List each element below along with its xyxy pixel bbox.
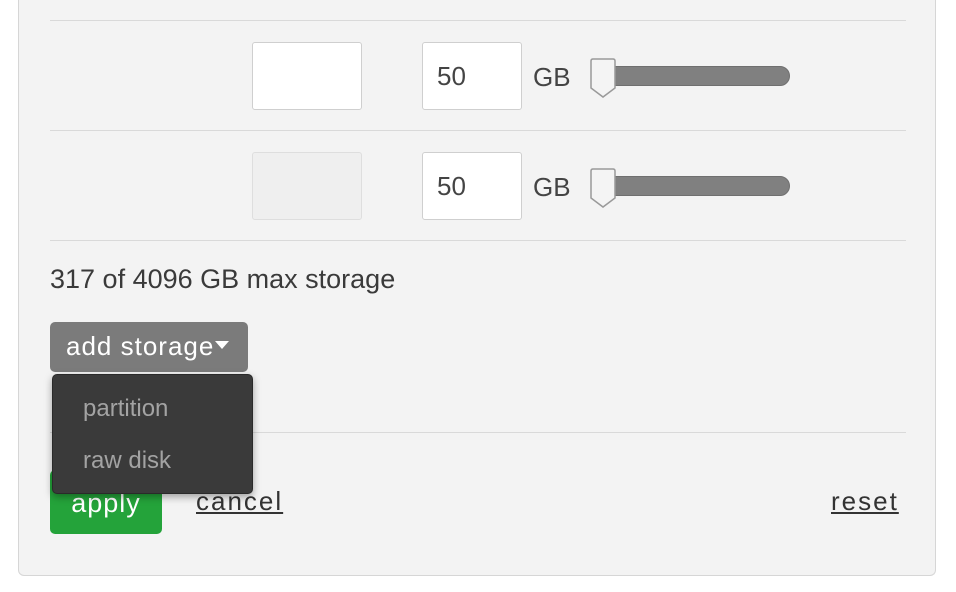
- size-slider-track[interactable]: [600, 66, 790, 86]
- menu-item-partition[interactable]: partition: [83, 395, 168, 423]
- partition-name-input[interactable]: [252, 42, 362, 110]
- size-input[interactable]: 50: [422, 42, 522, 110]
- add-storage-button[interactable]: add storage: [50, 322, 248, 372]
- partition-name-input-disabled: [252, 152, 362, 220]
- add-storage-menu: partition raw disk: [52, 374, 253, 494]
- size-input[interactable]: 50: [422, 152, 522, 220]
- unit-label: GB: [533, 62, 571, 92]
- size-slider-track[interactable]: [600, 176, 790, 196]
- caret-down-icon: [215, 341, 230, 350]
- slider-handle[interactable]: [589, 58, 617, 98]
- add-storage-label: add storage: [66, 331, 215, 361]
- unit-label: GB: [533, 172, 571, 202]
- divider: [50, 20, 906, 21]
- menu-item-raw-disk[interactable]: raw disk: [83, 447, 171, 475]
- divider: [50, 240, 906, 241]
- divider: [50, 130, 906, 131]
- reset-link[interactable]: reset: [831, 486, 899, 517]
- storage-summary: 317 of 4096 GB max storage: [50, 264, 396, 294]
- slider-handle[interactable]: [589, 168, 617, 208]
